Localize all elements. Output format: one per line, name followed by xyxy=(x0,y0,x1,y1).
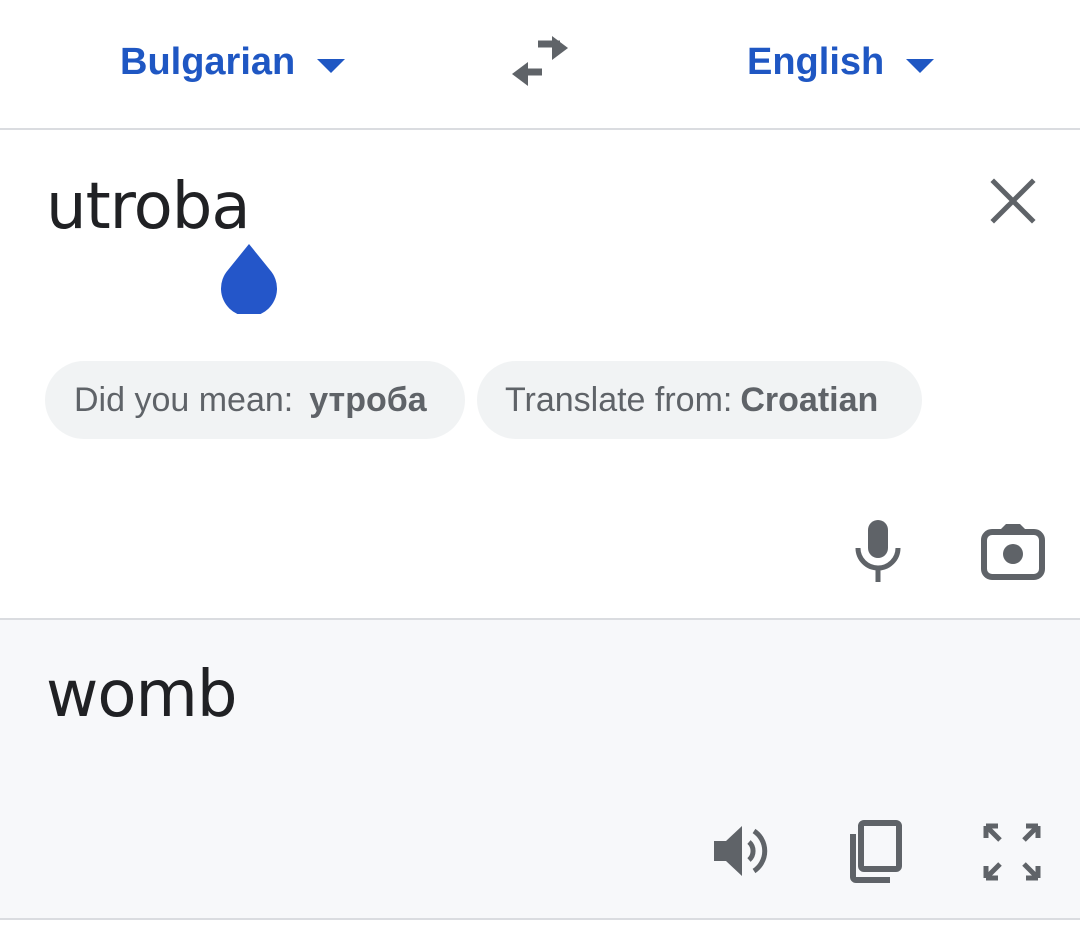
listen-button[interactable] xyxy=(712,822,772,880)
caret-down-icon xyxy=(317,59,346,73)
camera-icon xyxy=(981,524,1045,580)
swap-languages-button[interactable] xyxy=(508,36,572,88)
target-language-label: English xyxy=(747,40,885,83)
microphone-icon xyxy=(855,520,901,582)
fullscreen-icon xyxy=(983,823,1041,881)
translate-from-label: Translate from: xyxy=(505,380,733,419)
source-language-selector[interactable]: Bulgarian xyxy=(120,34,346,90)
translate-app: Bulgarian English utroba Did you mean: у… xyxy=(0,0,1080,931)
did-you-mean-suggestion: утроба xyxy=(309,380,427,419)
copy-translation-button[interactable] xyxy=(848,820,904,884)
source-text[interactable]: utroba xyxy=(46,170,251,244)
did-you-mean-chip[interactable]: Did you mean: утроба xyxy=(45,361,465,439)
caret-down-icon xyxy=(906,59,935,73)
copy-icon xyxy=(850,820,902,883)
translated-text[interactable]: womb xyxy=(46,658,237,732)
translate-from-language: Croatian xyxy=(740,380,879,419)
fullscreen-button[interactable] xyxy=(982,822,1042,882)
target-language-selector[interactable]: English xyxy=(747,34,935,90)
clear-text-button[interactable] xyxy=(988,176,1038,226)
swap-arrows-icon xyxy=(512,36,568,86)
did-you-mean-label: Did you mean: xyxy=(74,380,294,419)
close-icon xyxy=(990,178,1036,224)
text-cursor-handle[interactable] xyxy=(220,244,278,314)
camera-input-button[interactable] xyxy=(980,522,1046,582)
source-input-area[interactable]: utroba Did you mean: утроба Translate fr… xyxy=(0,132,1080,618)
speaker-icon xyxy=(714,826,768,876)
source-language-label: Bulgarian xyxy=(120,40,296,83)
voice-input-button[interactable] xyxy=(852,520,904,582)
language-bar: Bulgarian English xyxy=(0,0,1080,130)
translation-output-area: womb xyxy=(0,618,1080,920)
translate-from-chip[interactable]: Translate from: Croatian xyxy=(477,361,922,439)
